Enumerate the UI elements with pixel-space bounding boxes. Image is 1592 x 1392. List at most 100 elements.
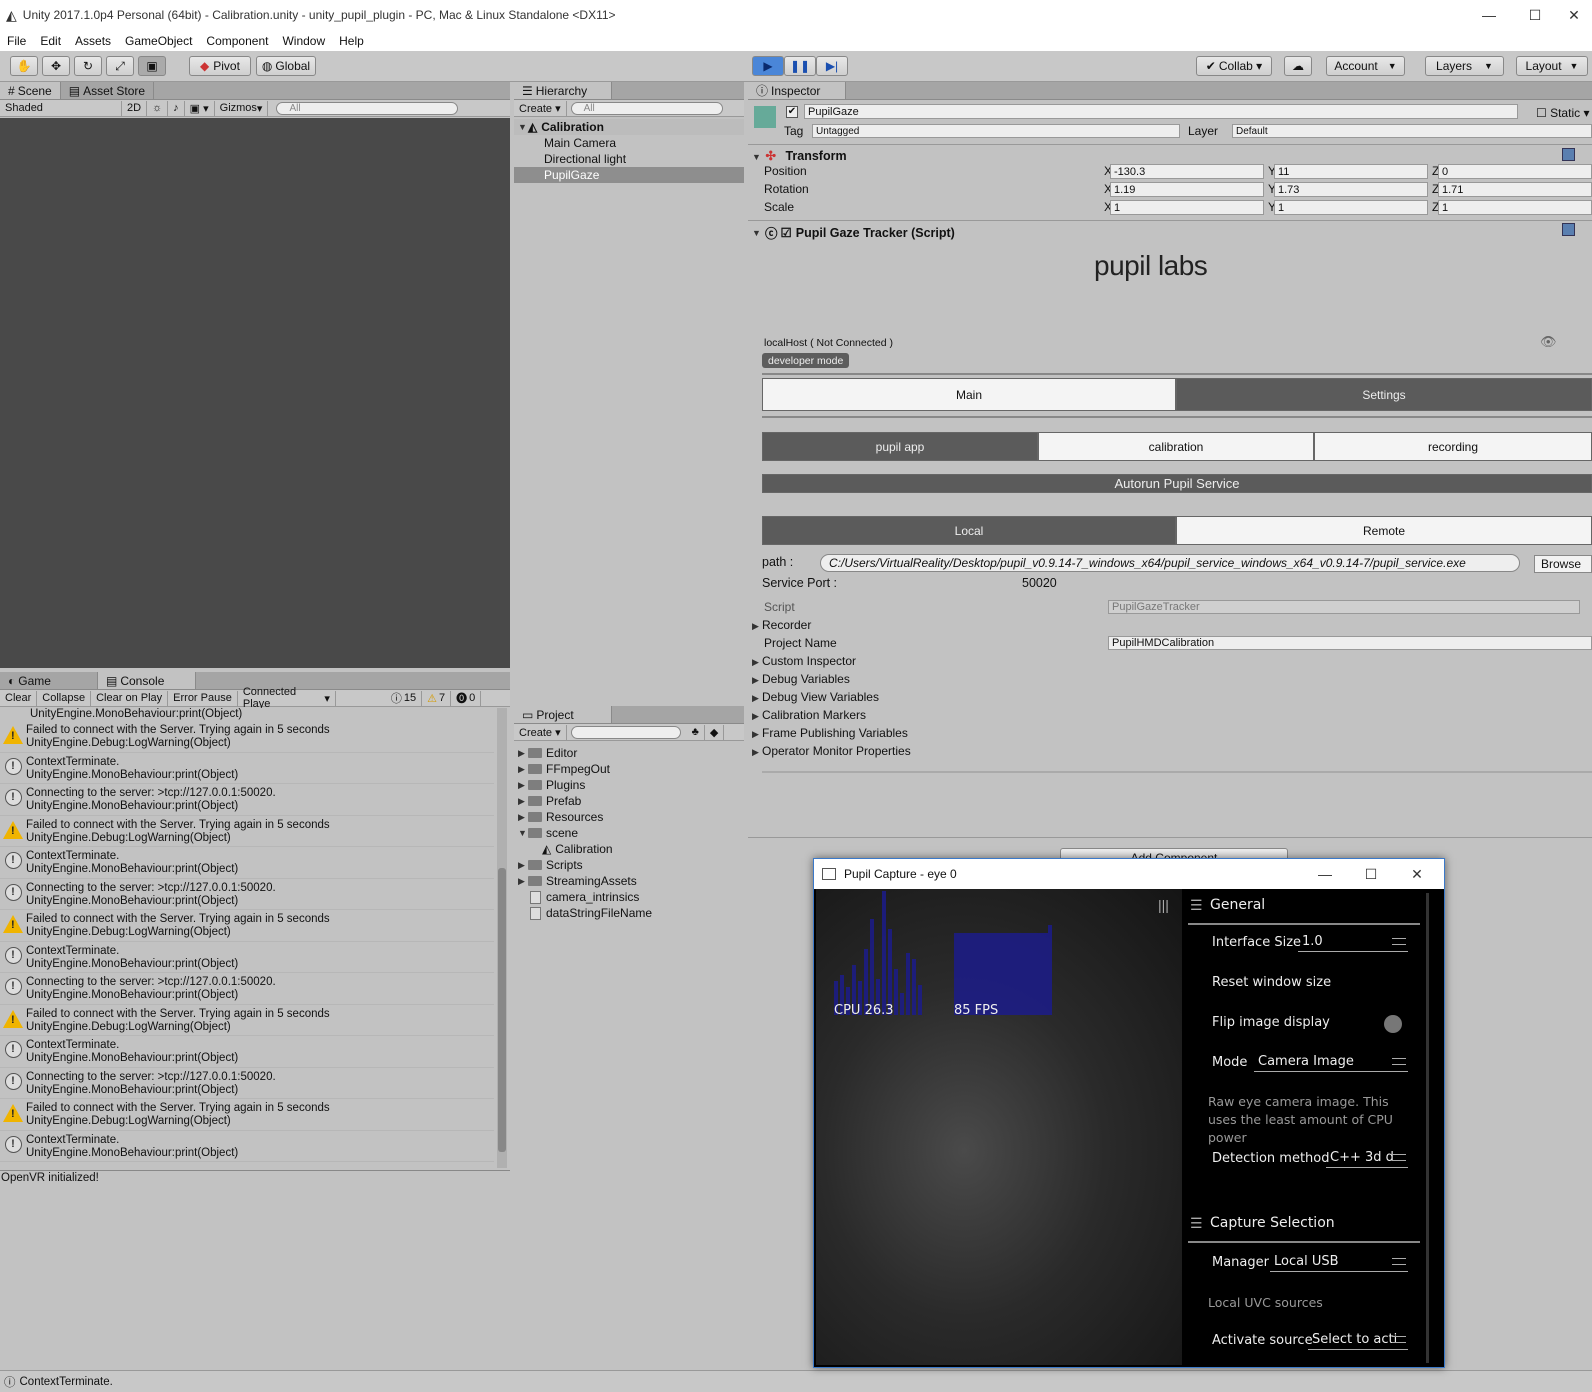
log-entry[interactable]: ! ContextTerminate. UnityEngine.MonoBehavi… (0, 942, 494, 973)
foldout-debug-variables[interactable]: ▶ Debug Variables (752, 672, 850, 686)
warning-filter-toggle[interactable]: ⚠ 7 (422, 690, 452, 706)
foldout-arrow-icon[interactable]: ▶ (518, 764, 528, 775)
tab-main[interactable]: Main (762, 378, 1176, 411)
project-item[interactable]: ▼ scene (514, 825, 744, 841)
project-create-button[interactable]: Create ▾ (514, 724, 567, 740)
log-entry[interactable]: ! Connecting to the server: >tcp://127.0.… (0, 973, 494, 1005)
recorder-foldout[interactable]: ▶ Recorder (752, 618, 811, 632)
log-entry[interactable]: ! Connecting to the server: >tcp://127.0.… (0, 879, 494, 910)
log-entry[interactable]: ! Failed to connect with the Server. Tryi… (0, 721, 494, 753)
manager-select[interactable]: Local USB (1270, 1252, 1408, 1272)
error-filter-toggle[interactable]: ⓿0 (451, 690, 482, 706)
log-entry[interactable]: ! ContextTerminate. UnityEngine.MonoBehavi… (0, 1131, 494, 1162)
layer-dropdown[interactable]: Default (1232, 124, 1592, 138)
minimize-icon[interactable]: — (1466, 0, 1512, 30)
transform-position-y-field[interactable]: 11 (1274, 164, 1428, 179)
transform-scale-z-field[interactable]: 1 (1438, 200, 1592, 215)
hierarchy-item-directional-light[interactable]: Directional light (514, 151, 744, 167)
eye-camera-view[interactable]: CPU 26.3 85 FPS ||| (816, 889, 1186, 1365)
clear-on-play-button[interactable]: Clear on Play (91, 690, 169, 706)
subtab-recording[interactable]: recording (1314, 432, 1592, 461)
tab-game[interactable]: ◐ Game (0, 672, 98, 689)
menu-help[interactable]: Help (332, 34, 371, 48)
subtab-pupil-app[interactable]: pupil app (762, 432, 1038, 461)
subtab-calibration[interactable]: calibration (1038, 432, 1314, 461)
play-button[interactable]: ▶ (752, 56, 784, 76)
console-log-list[interactable]: UnityEngine.MonoBehaviour:print(Object) … (0, 708, 494, 1168)
filter-label-icon[interactable]: ◆ (705, 724, 725, 740)
foldout-arrow-icon[interactable]: ▼ (518, 828, 528, 838)
connected-player-dropdown[interactable]: Connected Playe ▾ (238, 686, 336, 710)
help-book-icon[interactable] (1562, 223, 1575, 236)
tab-console[interactable]: ▤ Console (98, 672, 196, 689)
hierarchy-search-input[interactable]: All (570, 101, 723, 115)
project-item[interactable]: ▶ Prefab (514, 793, 744, 809)
project-item[interactable]: ▶ FFmpegOut (514, 761, 744, 777)
scale-tool-icon[interactable]: ⤢ (106, 56, 134, 76)
log-entry[interactable]: ! Connecting to the server: >tcp://127.0.… (0, 1068, 494, 1099)
foldout-calibration-markers[interactable]: ▶ Calibration Markers (752, 708, 866, 722)
transform-scale-y-field[interactable]: 1 (1274, 200, 1428, 215)
foldout-frame-publishing-variables[interactable]: ▶ Frame Publishing Variables (752, 726, 908, 740)
developer-mode-button[interactable]: developer mode (762, 353, 850, 368)
capture-selection-header[interactable]: Capture Selection (1210, 1215, 1335, 1231)
tab-inspector[interactable]: ⓘ Inspector (748, 82, 846, 99)
hierarchy-create-button[interactable]: Create ▾ (514, 100, 567, 116)
general-header[interactable]: General (1210, 897, 1265, 913)
hierarchy-item-pupilgaze[interactable]: PupilGaze (514, 167, 744, 183)
pause-button[interactable]: ❚❚ (784, 56, 816, 76)
service-path-field[interactable]: C:/Users/VirtualReality/Desktop/pupil_v0… (820, 554, 1520, 572)
mode-select[interactable]: Camera Image (1254, 1052, 1408, 1072)
tab-hierarchy[interactable]: ☰ Hierarchy (514, 82, 612, 99)
project-item[interactable]: ▶ Resources (514, 809, 744, 825)
clear-button[interactable]: Clear (0, 690, 38, 706)
tab-settings[interactable]: Settings (1176, 378, 1592, 411)
transform-position-z-field[interactable]: 0 (1438, 164, 1592, 179)
log-entry[interactable]: ! Failed to connect with the Server. Tryi… (0, 1005, 494, 1036)
account-dropdown[interactable]: Account ▼ (1326, 56, 1405, 76)
log-entry[interactable]: ! ContextTerminate. UnityEngine.MonoBehavi… (0, 1036, 494, 1068)
log-entry[interactable]: ! Failed to connect with the Server. Tryi… (0, 816, 494, 847)
foldout-arrow-icon[interactable]: ▶ (518, 876, 528, 887)
browse-button[interactable]: Browse (1534, 555, 1592, 573)
foldout-debug-view-variables[interactable]: ▶ Debug View Variables (752, 690, 879, 704)
gizmos-dropdown[interactable]: Gizmos ▾ (215, 100, 269, 116)
light-toggle-icon[interactable]: ☼ (147, 100, 169, 116)
audio-toggle-icon[interactable]: ♪ (168, 100, 185, 116)
menu-component[interactable]: Component (199, 34, 275, 48)
layers-dropdown[interactable]: Layers ▼ (1425, 56, 1504, 76)
log-entry[interactable]: ! ContextTerminate. UnityEngine.MonoBehavi… (0, 753, 494, 784)
tab-project[interactable]: ▭ Project (514, 706, 612, 723)
transform-position-x-field[interactable]: -130.3 (1110, 164, 1264, 179)
error-pause-button[interactable]: Error Pause (168, 690, 238, 706)
project-item[interactable]: camera_intrinsics (514, 889, 744, 905)
transform-rotation-x-field[interactable]: 1.19 (1110, 182, 1264, 197)
log-entry[interactable]: ! Failed to connect with the Server. Tryi… (0, 1099, 494, 1131)
help-book-icon[interactable] (1562, 148, 1575, 161)
close-icon[interactable]: ✕ (1394, 859, 1440, 889)
script-enabled-checkbox[interactable]: ☑ (781, 225, 792, 240)
reset-window-size-button[interactable]: Reset window size (1212, 975, 1331, 990)
project-item[interactable]: ▶ Editor (514, 745, 744, 761)
project-item[interactable]: dataStringFileName (514, 905, 744, 921)
foldout-arrow-icon[interactable]: ▶ (518, 796, 528, 807)
pivot-button[interactable]: ◆ Pivot (189, 56, 251, 76)
minimize-icon[interactable]: — (1302, 859, 1348, 889)
info-filter-toggle[interactable]: ⓘ 15 (386, 690, 423, 706)
autorun-pupil-service-toggle[interactable]: Autorun Pupil Service (762, 474, 1592, 493)
menu-edit[interactable]: Edit (33, 34, 68, 48)
cloud-icon[interactable]: ☁ (1284, 56, 1312, 76)
console-scroll-thumb[interactable] (498, 868, 506, 1152)
foldout-arrow-icon[interactable]: ▶ (518, 812, 528, 823)
menu-gameobject[interactable]: GameObject (118, 34, 199, 48)
transform-rotation-y-field[interactable]: 1.73 (1274, 182, 1428, 197)
tag-dropdown[interactable]: Untagged (812, 124, 1180, 138)
foldout-arrow-icon[interactable]: ▶ (518, 748, 528, 759)
foldout-arrow-icon[interactable]: ▶ (518, 780, 528, 791)
transform-rotation-z-field[interactable]: 1.71 (1438, 182, 1592, 197)
foldout-custom-inspector[interactable]: ▶ Custom Inspector (752, 654, 856, 668)
project-item[interactable]: ▶ Scripts (514, 857, 744, 873)
foldout-arrow-icon[interactable]: ▶ (518, 860, 528, 871)
project-item[interactable]: ▶ Plugins (514, 777, 744, 793)
console-scrollbar[interactable] (497, 708, 507, 1168)
